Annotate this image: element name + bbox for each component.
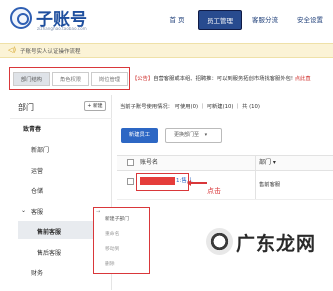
top-header: 子账号 zizhanghao.taobao.com 首 页 员工管理 客服分流 … [0, 0, 333, 40]
menu-item-rename[interactable]: 重命名 [105, 230, 119, 237]
menu-item-delete[interactable]: 删除 [105, 260, 115, 267]
move-department-dropdown[interactable]: 更换部门至 ▾ [165, 128, 222, 143]
select-all-checkbox[interactable] [127, 159, 134, 166]
logo-subtitle: zizhanghao.taobao.com [37, 26, 87, 31]
logo[interactable]: 子账号 zizhanghao.taobao.com [10, 5, 110, 35]
tree-item-aftersale-service[interactable]: 售后客服 [37, 248, 61, 257]
row-department: 售前客服 [259, 182, 281, 188]
menu-item-move-to[interactable]: 移动到 [105, 245, 119, 252]
nav-customer-service-routing[interactable]: 客服分流 [246, 10, 284, 30]
account-highlight-box [136, 173, 189, 191]
announcement: 【公告】自营客服或本组、招聘推：可以到服务拓创市场找客服外包! 点此直 [132, 74, 311, 82]
tree-item-customer-service[interactable]: 客服 [31, 207, 43, 216]
menu-item-new-subdept[interactable]: 新建子部门 [105, 215, 129, 222]
column-department[interactable]: 部门 ▾ [259, 156, 276, 170]
announcement-link[interactable]: 点此直 [295, 76, 311, 82]
chevron-down-icon: ▾ [204, 132, 208, 138]
tree-item-new-dept[interactable]: 新部门 [31, 145, 49, 154]
tree-item-operations[interactable]: 运营 [31, 166, 43, 175]
notice-link[interactable]: 子账号实人认证操作流程 [20, 47, 81, 55]
tabs-highlight-box [9, 67, 130, 90]
watermark-logo [206, 228, 233, 255]
tree-expand-icon[interactable]: ⌄ [21, 207, 26, 214]
nav-home[interactable]: 首 页 [160, 10, 194, 30]
speaker-icon: ◁) [8, 46, 17, 54]
watermark-text: 广东龙网 [236, 233, 317, 255]
sidebar-divider [10, 118, 112, 119]
tree-item-root[interactable]: 致青春 [23, 124, 41, 133]
new-employee-button[interactable]: 新建员工 [121, 128, 158, 143]
new-department-button[interactable]: + 新建 [84, 101, 106, 111]
move-department-label: 更换部门至 [174, 132, 200, 138]
notice-bar: ◁) 子账号实人认证操作流程 [0, 43, 333, 58]
tree-item-presale-service[interactable]: 售前客服 [37, 227, 61, 236]
column-account-name: 账号名 [140, 159, 159, 166]
nav-security-settings[interactable]: 安全设置 [290, 10, 330, 30]
menu-arrow-icon: → [96, 209, 101, 215]
tree-item-finance[interactable]: 财务 [31, 268, 43, 277]
announcement-tag: 【公告】 [132, 76, 154, 82]
annotation-click-label: 点击 [207, 187, 221, 195]
sidebar-title: 部门 [18, 103, 34, 112]
annotation-arrow [187, 180, 207, 185]
nav-employee-management[interactable]: 员工管理 [198, 10, 242, 30]
tree-item-warehouse[interactable]: 仓储 [31, 186, 43, 195]
row-checkbox[interactable] [127, 178, 134, 185]
announcement-text: 自营客服或本组、招聘推：可以到服务拓创市场找客服外包! [153, 76, 294, 82]
logo-icon [10, 7, 32, 29]
account-usage-stats: 当前子账号使用情况： 可使用(0) ｜ 可新建(10) ｜ 共 (10) [120, 104, 260, 110]
